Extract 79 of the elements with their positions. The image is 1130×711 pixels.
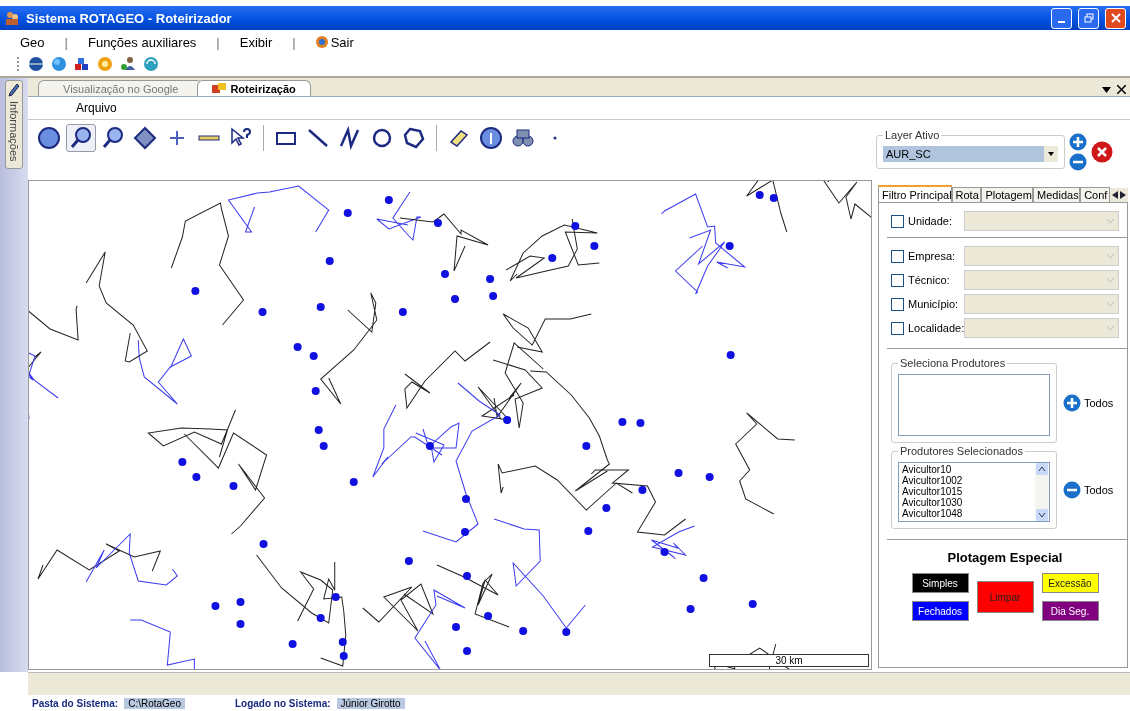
panel-tab[interactable]: Filtro Principal [878, 185, 952, 202]
filter-label: Empresa: [908, 250, 957, 262]
status-label: Logado no Sistema: [234, 697, 331, 709]
window-icon [212, 82, 227, 95]
list-item[interactable]: Avicultor1048 [902, 508, 1032, 519]
earth-icon[interactable] [51, 56, 67, 72]
zoom-in-icon[interactable] [66, 124, 96, 152]
filter-label: Município: [908, 298, 960, 310]
chevron-down-icon [1106, 277, 1115, 283]
scrollbar[interactable] [1035, 463, 1049, 521]
plot-button[interactable]: Limpar [976, 581, 1034, 613]
plot-button[interactable]: Simples [911, 573, 969, 593]
window-title: Sistema ROTAGEO - Roteirizador [26, 10, 233, 26]
panel-tab[interactable]: Medidas [1033, 187, 1081, 202]
close-icon [1110, 13, 1121, 23]
plot-button[interactable]: Dia Seg. [1041, 601, 1099, 621]
minimize-button[interactable] [1051, 7, 1072, 29]
left-arrow-icon[interactable] [1112, 191, 1118, 199]
chevron-down-icon [1106, 253, 1115, 259]
dropdown-icon[interactable] [1102, 86, 1111, 93]
scroll-up-icon[interactable] [1035, 463, 1049, 475]
refresh-icon[interactable] [143, 56, 159, 72]
minimize-icon [1058, 21, 1065, 23]
plot-button[interactable]: Fechados [911, 601, 969, 621]
menu-item[interactable]: Exibir [239, 34, 273, 50]
chevron-down-icon [1106, 301, 1115, 307]
pencil-icon [8, 83, 20, 97]
remove-all-button[interactable]: Todos [1063, 481, 1114, 499]
list-item[interactable]: Avicultor1015 [902, 486, 1032, 497]
list-item[interactable]: Avicultor10 [902, 464, 1032, 475]
globe-icon[interactable] [28, 56, 44, 72]
chevron-down-icon [1106, 218, 1115, 224]
delete-button[interactable] [1091, 141, 1113, 163]
dropdown-icon [1048, 152, 1054, 156]
app-icon [4, 10, 20, 26]
list-item[interactable]: Avicultor1030 [902, 497, 1032, 508]
panel-tab[interactable]: Conf [1080, 187, 1110, 202]
side-tab[interactable]: Informações [5, 80, 23, 169]
panel-tab[interactable]: Rota [951, 187, 982, 202]
minus-icon [1069, 153, 1087, 171]
menu-separator: | [64, 34, 68, 50]
list-item[interactable]: Avicultor1002 [902, 475, 1032, 486]
menu-item[interactable]: Arquivo [76, 101, 117, 115]
plus-icon [1063, 394, 1081, 412]
restore-icon [1083, 13, 1094, 23]
plot-button[interactable]: Excessão [1041, 573, 1099, 593]
plus-icon [1069, 133, 1087, 151]
menu-separator: | [292, 34, 296, 50]
close-icon[interactable] [1117, 85, 1126, 94]
producer-list[interactable] [898, 374, 1050, 436]
filter-label: Unidade: [908, 215, 954, 227]
selected-producer-list[interactable]: Avicultor10 Avicultor1002 Avicultor1015 Avicultor1030 Avicultor1048 [898, 462, 1050, 522]
add-button[interactable] [1069, 133, 1087, 151]
close-button[interactable] [1105, 7, 1126, 29]
add-all-button[interactable]: Todos [1063, 394, 1114, 412]
restore-button[interactable] [1078, 7, 1099, 29]
right-arrow-icon[interactable] [1120, 191, 1126, 199]
remove-button[interactable] [1069, 153, 1087, 171]
blocks-icon[interactable] [74, 56, 90, 72]
scale-bar: 30 km [709, 654, 869, 667]
document-tab[interactable]: Roteirização [197, 80, 311, 96]
person-icon[interactable] [120, 56, 136, 72]
menu-item[interactable]: Geo [20, 34, 45, 50]
menu-separator: | [216, 34, 220, 50]
menu-item[interactable]: Funções auxiliares [87, 34, 197, 50]
status-label: Pasta do Sistema: [32, 697, 119, 709]
chevron-down-icon [1106, 325, 1115, 331]
status-value: Júnior Girotto [336, 697, 405, 709]
scroll-down-icon[interactable] [1035, 509, 1049, 521]
filter-label: Técnico: [908, 274, 951, 286]
globe-icon [315, 36, 328, 48]
close-icon [1091, 141, 1113, 163]
map-drawing[interactable] [29, 181, 871, 669]
status-value: C:\RotaGeo [124, 697, 185, 709]
minus-icon [1063, 481, 1081, 499]
section-title: Plotagem Especial [947, 550, 1063, 565]
layer-select[interactable]: AUR_SC [883, 146, 1058, 162]
panel-tab[interactable]: Plotagem [981, 187, 1034, 202]
menu-item[interactable]: Sair [315, 34, 354, 50]
